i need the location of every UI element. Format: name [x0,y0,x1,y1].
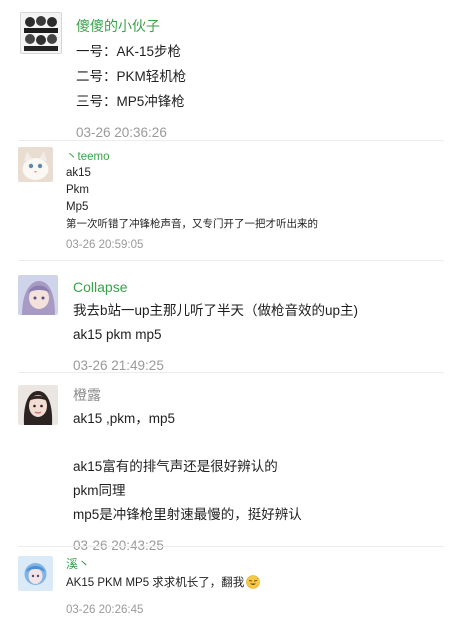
comment-line: 我去b站一up主那儿听了半天（做枪音效的up主) [73,303,359,318]
comment-item: 傻傻的小伙子 一号：AK-15步枪 二号：PKM轻机枪 三号：MP5冲锋枪 03… [0,0,456,140]
anime-character-avatar-icon[interactable] [18,556,53,591]
comment-line: ak15富有的排气声还是很好辨认的 [73,459,278,474]
comment-username[interactable]: Collapse [73,275,358,299]
comment-username[interactable]: 橙露 [73,383,302,407]
comment-line: Mp5 [66,201,89,213]
comment-line: 一号：AK-15步枪 [76,44,182,59]
comment-line: AK15 PKM MP5 求求机长了，翻我 [66,573,261,596]
comment-username[interactable]: 丶teemo [66,149,318,165]
comment-timestamp: 03-26 20:26:45 [66,604,144,616]
comment-line: mp5是冲锋枪里射速最慢的，挺好辨认 [73,507,302,522]
woman-portrait-avatar-icon[interactable] [18,385,58,425]
comment-timestamp: 03-26 20:59:05 [66,239,144,251]
sweat-smile-emoji-icon [246,575,261,596]
comment-item: 橙露 ak15 ,pkm，mp5 ak15富有的排气声还是很好辨认的 pkm同理… [0,373,456,553]
comment-item: Collapse 我去b站一up主那儿听了半天（做枪音效的up主) ak15 p… [0,261,456,373]
comment-blank-line [73,431,302,455]
comment-line: 二号：PKM轻机枪 [76,69,187,84]
anime-girl-avatar-icon[interactable] [18,275,58,315]
comment-item: 溪丶 AK15 PKM MP5 求求机长了，翻我 03-26 20:26:45 [0,547,456,633]
comment-username[interactable]: 傻傻的小伙子 [76,13,186,39]
comment-username[interactable]: 溪丶 [66,555,260,573]
cartoon-group-avatar-icon[interactable] [20,12,62,54]
comment-line: ak15 pkm mp5 [73,327,162,342]
comment-line: ak15 [66,167,91,179]
comment-line: Pkm [66,184,89,196]
comment-line: pkm同理 [73,483,126,498]
comment-line: 第一次听错了冲锋枪声音，又专门开了一把才听出来的 [66,218,318,230]
comment-line: ak15 ,pkm，mp5 [73,411,176,426]
cat-avatar-icon[interactable] [18,147,53,182]
comment-item: 丶teemo ak15 Pkm Mp5 第一次听错了冲锋枪声音，又专门开了一把才… [0,141,456,256]
comment-line: 三号：MP5冲锋枪 [76,94,185,109]
comment-line-text: AK15 PKM MP5 求求机长了，翻我 [66,577,245,589]
